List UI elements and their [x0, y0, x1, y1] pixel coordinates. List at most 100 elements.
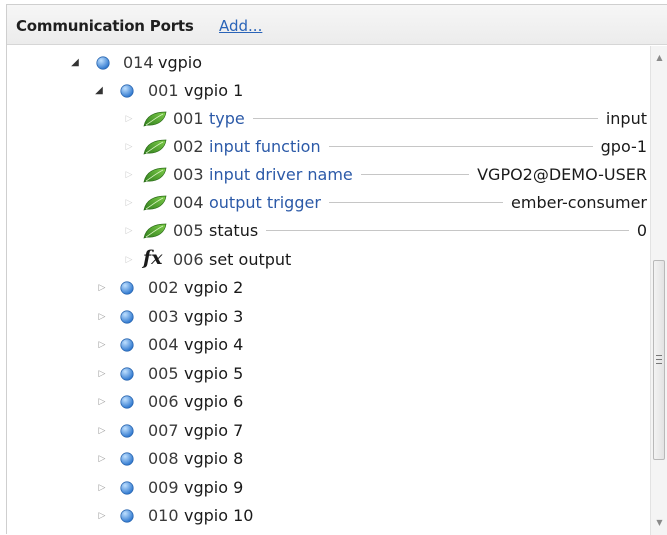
node-label: vgpio 7	[184, 420, 244, 440]
collapsed-triangle-icon[interactable]: ▷	[95, 502, 109, 530]
leader-line	[328, 202, 504, 203]
leaf-icon	[143, 223, 167, 239]
node-number: 008	[148, 449, 179, 468]
node-number: 009	[148, 477, 179, 497]
parameter-row[interactable]: ▷ 004 output trigger ember-consumer	[7, 189, 650, 217]
leaf-icon	[143, 139, 167, 155]
leader-line	[252, 118, 598, 119]
panel-title: Communication Ports	[16, 17, 194, 35]
grip-icon	[656, 355, 662, 364]
node-label: set output	[209, 250, 292, 269]
parameter-value: 0	[636, 221, 647, 240]
node-label: vgpio 3	[184, 306, 244, 326]
parameter-label: status	[209, 221, 259, 240]
collapsed-triangle-icon: ▷	[125, 114, 133, 124]
collapsed-triangle-icon[interactable]: ▷	[95, 303, 109, 331]
panel-header: Communication Ports Add...	[7, 5, 667, 45]
node-number: 002	[173, 137, 204, 156]
tree-node-sibling[interactable]: ▷ 005 vgpio 5	[7, 360, 650, 388]
node-number: 002	[148, 278, 179, 297]
blue-node-icon	[120, 509, 134, 523]
node-label: vgpio 6	[184, 392, 244, 411]
blue-node-icon	[120, 452, 134, 466]
parameter-value: VGPO2@DEMO-USER	[477, 165, 647, 184]
node-number: 007	[148, 420, 179, 440]
scroll-down-arrow-icon[interactable]: ▼	[651, 513, 667, 533]
blue-node-icon	[120, 480, 134, 495]
parameter-row[interactable]: ▷ 002 input function gpo-1	[7, 133, 650, 161]
parameter-value: gpo-1	[600, 137, 647, 156]
collapsed-triangle-icon: ▷	[125, 226, 133, 236]
collapsed-triangle-icon: ▷	[125, 170, 133, 180]
tree-node-sibling[interactable]: ▷ 007 vgpio 7	[7, 417, 650, 445]
scrollbar-thumb[interactable]	[653, 260, 665, 460]
parameter-label: input driver name	[209, 165, 353, 184]
blue-node-icon	[120, 366, 134, 381]
node-label: vgpio 2	[184, 278, 244, 297]
expand-triangle-icon[interactable]: ◢	[68, 49, 82, 77]
function-fx-icon: fx	[143, 247, 163, 269]
tree-node-sibling[interactable]: ▷ 008 vgpio 8	[7, 445, 650, 473]
node-label: vgpio 8	[184, 449, 244, 468]
collapsed-triangle-icon[interactable]: ▷	[95, 331, 109, 359]
leaf-icon	[143, 195, 167, 211]
node-number: 001	[148, 81, 179, 100]
blue-node-icon	[96, 56, 110, 70]
ports-tree: ◢ 014 vgpio ◢ 001 vgpio 1 ▷ 001 type inp…	[7, 46, 650, 535]
parameter-label: type	[209, 109, 245, 128]
collapsed-triangle-icon[interactable]: ▷	[95, 388, 109, 416]
collapsed-triangle-icon[interactable]: ▷	[95, 474, 109, 502]
tree-node-sibling[interactable]: ▷ 006 vgpio 6	[7, 388, 650, 416]
node-number: 010	[148, 506, 179, 525]
parameter-row[interactable]: ▷ 001 type input	[7, 105, 650, 133]
node-number: 003	[173, 165, 204, 184]
vertical-scrollbar[interactable]: ▲ ▼	[650, 46, 667, 535]
node-number: 003	[148, 306, 179, 326]
parameter-row[interactable]: ▷ 005 status 0	[7, 217, 650, 245]
tree-node-set-output[interactable]: ▷ fx 006 set output	[7, 246, 650, 274]
expand-triangle-icon[interactable]: ◢	[92, 77, 106, 105]
tree-node-sibling[interactable]: ▷ 010 vgpio 10	[7, 502, 650, 530]
parameter-label: input function	[209, 137, 321, 156]
tree-node-sibling[interactable]: ▷ 003 vgpio 3	[7, 303, 650, 331]
node-label: vgpio 5	[184, 363, 244, 383]
leader-line	[266, 230, 629, 231]
tree-node-sibling[interactable]: ▷ 002 vgpio 2	[7, 274, 650, 302]
collapsed-triangle-icon: ▷	[125, 142, 133, 152]
node-number: 001	[173, 109, 204, 128]
node-label: vgpio 1	[184, 81, 244, 100]
parameter-value: ember-consumer	[511, 193, 647, 212]
parameter-label: output trigger	[209, 193, 321, 212]
node-label: vgpio 10	[184, 506, 254, 525]
blue-node-icon	[120, 281, 134, 295]
node-number: 005	[173, 221, 204, 240]
node-number: 005	[148, 363, 179, 383]
communication-ports-panel: Communication Ports Add... ◢ 014 vgpio ◢	[6, 4, 667, 535]
collapsed-triangle-icon: ▷	[125, 198, 133, 208]
node-number: 004	[148, 335, 179, 354]
node-label: vgpio 4	[184, 335, 244, 354]
collapsed-triangle-icon[interactable]: ▷	[95, 360, 109, 388]
leaf-icon	[143, 111, 167, 127]
collapsed-triangle-icon: ▷	[125, 255, 133, 265]
node-number: 006	[148, 392, 179, 411]
blue-node-icon	[120, 338, 134, 352]
tree-node-root[interactable]: ◢ 014 vgpio	[7, 49, 650, 77]
node-number: 006	[173, 250, 204, 269]
node-number: 004	[173, 193, 204, 212]
collapsed-triangle-icon[interactable]: ▷	[95, 445, 109, 473]
blue-node-icon	[120, 84, 134, 98]
collapsed-triangle-icon[interactable]: ▷	[95, 274, 109, 302]
blue-node-icon	[120, 395, 134, 409]
parameter-row[interactable]: ▷ 003 input driver name VGPO2@DEMO-USER	[7, 161, 650, 189]
parameter-value: input	[605, 109, 647, 128]
node-number: 014	[123, 53, 154, 72]
leader-line	[360, 174, 470, 175]
tree-node-sibling[interactable]: ▷ 009 vgpio 9	[7, 474, 650, 502]
tree-node-vgpio-1[interactable]: ◢ 001 vgpio 1	[7, 77, 650, 105]
tree-node-sibling[interactable]: ▷ 004 vgpio 4	[7, 331, 650, 359]
scroll-up-arrow-icon[interactable]: ▲	[651, 48, 667, 68]
collapsed-triangle-icon[interactable]: ▷	[95, 417, 109, 445]
blue-node-icon	[120, 309, 134, 324]
add-port-link[interactable]: Add...	[219, 17, 262, 35]
